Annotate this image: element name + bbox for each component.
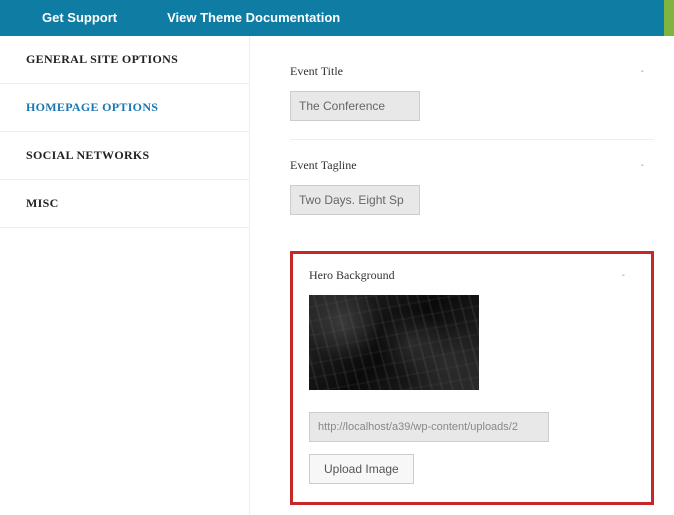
sidebar: GENERAL SITE OPTIONS HOMEPAGE OPTIONS SO… <box>0 36 250 515</box>
sidebar-item-general[interactable]: GENERAL SITE OPTIONS <box>0 36 249 84</box>
event-title-label: Event Title <box>290 64 343 79</box>
sidebar-item-social[interactable]: SOCIAL NETWORKS <box>0 132 249 180</box>
collapse-icon[interactable]: - <box>622 270 635 281</box>
sidebar-item-misc[interactable]: MISC <box>0 180 249 228</box>
content-panel: Event Title - Event Tagline - Hero Backg… <box>250 36 674 515</box>
field-event-title: Event Title - <box>290 64 654 140</box>
view-docs-link[interactable]: View Theme Documentation <box>137 0 360 36</box>
accent-edge <box>664 0 674 36</box>
main-area: GENERAL SITE OPTIONS HOMEPAGE OPTIONS SO… <box>0 36 674 515</box>
upload-image-button[interactable]: Upload Image <box>309 454 414 484</box>
collapse-icon[interactable]: - <box>641 66 654 77</box>
top-bar: Get Support View Theme Documentation <box>0 0 674 36</box>
hero-background-section: Hero Background - Upload Image <box>290 251 654 505</box>
hero-bg-url-input[interactable] <box>309 412 549 442</box>
event-title-input[interactable] <box>290 91 420 121</box>
event-tagline-label: Event Tagline <box>290 158 357 173</box>
hero-bg-preview[interactable] <box>309 295 479 390</box>
sidebar-item-homepage[interactable]: HOMEPAGE OPTIONS <box>0 84 249 132</box>
field-event-tagline: Event Tagline - <box>290 158 654 233</box>
collapse-icon[interactable]: - <box>641 160 654 171</box>
get-support-link[interactable]: Get Support <box>0 0 137 36</box>
hero-bg-label: Hero Background <box>309 268 395 283</box>
event-tagline-input[interactable] <box>290 185 420 215</box>
